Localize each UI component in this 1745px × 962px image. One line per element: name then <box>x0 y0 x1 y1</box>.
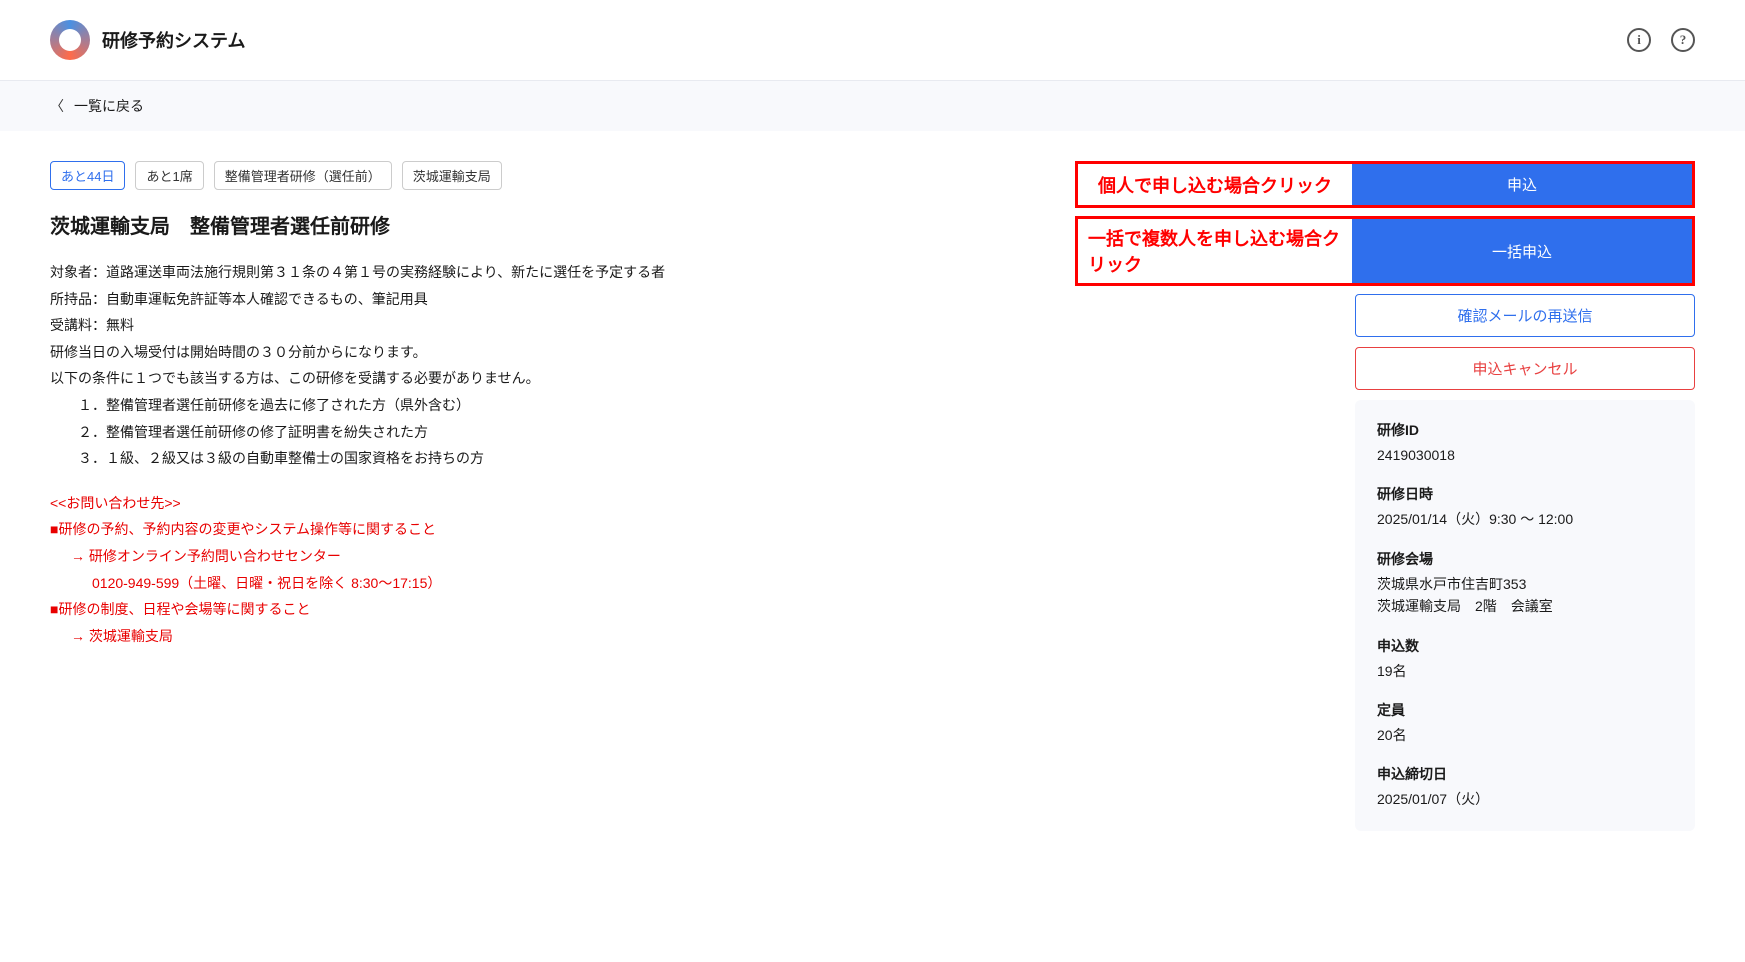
info-id: 研修ID 2419030018 <box>1377 420 1673 466</box>
contact-sec1-line2: 0120-949-599（土曜、日曜・祝日を除く 8:30〜17:15） <box>50 570 1035 597</box>
bulk-apply-annotation: 一括で複数人を申し込む場合クリック <box>1078 219 1352 283</box>
app-title: 研修予約システム <box>102 27 245 53</box>
info-deadline-label: 申込締切日 <box>1377 764 1673 784</box>
back-link[interactable]: 〈 一覧に戻る <box>0 81 1745 131</box>
info-applied-value: 19名 <box>1377 660 1673 682</box>
badge-row: あと44日 あと1席 整備管理者研修（選任前） 茨城運輸支局 <box>50 161 1035 190</box>
desc-cond-3: ３．１級、２級又は３級の自動車整備士の国家資格をお持ちの方 <box>50 445 1035 472</box>
info-datetime-label: 研修日時 <box>1377 484 1673 504</box>
bulk-apply-row: 一括で複数人を申し込む場合クリック 一括申込 <box>1075 216 1695 286</box>
page-title: 茨城運輸支局 整備管理者選任前研修 <box>50 210 1035 239</box>
bulk-apply-button[interactable]: 一括申込 <box>1352 219 1692 283</box>
description: 対象者：道路運送車両法施行規則第３１条の４第１号の実務経験により、新たに選任を予… <box>50 259 1035 472</box>
apply-annotation: 個人で申し込む場合クリック <box>1078 164 1352 205</box>
contact-block: <<お問い合わせ先>> ■研修の予約、予約内容の変更やシステム操作等に関すること… <box>50 490 1035 650</box>
contact-header: <<お問い合わせ先>> <box>50 490 1035 517</box>
detail-column: あと44日 あと1席 整備管理者研修（選任前） 茨城運輸支局 茨城運輸支局 整備… <box>50 161 1035 831</box>
info-deadline: 申込締切日 2025/01/07（火） <box>1377 764 1673 810</box>
info-icon[interactable]: i <box>1627 28 1651 52</box>
resend-confirmation-button[interactable]: 確認メールの再送信 <box>1355 294 1695 337</box>
branch-badge: 茨城運輸支局 <box>402 161 502 190</box>
apply-button[interactable]: 申込 <box>1352 164 1692 205</box>
info-applied-label: 申込数 <box>1377 636 1673 656</box>
info-deadline-value: 2025/01/07（火） <box>1377 788 1673 810</box>
info-id-value: 2419030018 <box>1377 444 1673 466</box>
info-capacity-value: 20名 <box>1377 724 1673 746</box>
desc-fee: 受講料：無料 <box>50 312 1035 339</box>
apply-row: 個人で申し込む場合クリック 申込 <box>1075 161 1695 208</box>
main-content: あと44日 あと1席 整備管理者研修（選任前） 茨城運輸支局 茨城運輸支局 整備… <box>0 131 1745 861</box>
contact-sec2-line1: → 茨城運輸支局 <box>50 623 1035 650</box>
app-logo-icon <box>50 20 90 60</box>
contact-sec2: ■研修の制度、日程や会場等に関すること <box>50 596 1035 623</box>
cancel-application-button[interactable]: 申込キャンセル <box>1355 347 1695 390</box>
info-capacity-label: 定員 <box>1377 700 1673 720</box>
category-badge: 整備管理者研修（選任前） <box>214 161 392 190</box>
seats-left-badge: あと1席 <box>135 161 203 190</box>
header-left: 研修予約システム <box>50 20 245 60</box>
desc-entry: 研修当日の入場受付は開始時間の３０分前からになります。 <box>50 339 1035 366</box>
desc-cond-1: １．整備管理者選任前研修を過去に修了された方（県外含む） <box>50 392 1035 419</box>
desc-cond-2: ２．整備管理者選任前研修の修了証明書を紛失された方 <box>50 419 1035 446</box>
app-header: 研修予約システム i ? <box>0 0 1745 81</box>
header-actions: i ? <box>1627 28 1695 52</box>
info-venue-label: 研修会場 <box>1377 549 1673 569</box>
info-datetime: 研修日時 2025/01/14（火）9:30 〜 12:00 <box>1377 484 1673 530</box>
help-icon[interactable]: ? <box>1671 28 1695 52</box>
info-venue: 研修会場 茨城県水戸市住吉町353 茨城運輸支局 2階 会議室 <box>1377 549 1673 618</box>
contact-sec1-line1: → 研修オンライン予約問い合わせセンター <box>50 543 1035 570</box>
chevron-left-icon: 〈 <box>50 96 64 116</box>
info-datetime-value: 2025/01/14（火）9:30 〜 12:00 <box>1377 508 1673 530</box>
contact-sec1: ■研修の予約、予約内容の変更やシステム操作等に関すること <box>50 516 1035 543</box>
desc-cond-header: 以下の条件に１つでも該当する方は、この研修を受講する必要がありません。 <box>50 365 1035 392</box>
days-left-badge: あと44日 <box>50 161 125 190</box>
info-venue-addr: 茨城県水戸市住吉町353 <box>1377 573 1673 595</box>
back-label: 一覧に戻る <box>74 96 144 116</box>
action-column: 個人で申し込む場合クリック 申込 一括で複数人を申し込む場合クリック 一括申込 … <box>1075 161 1695 831</box>
info-venue-name: 茨城運輸支局 2階 会議室 <box>1377 595 1673 617</box>
desc-belongings: 所持品：自動車運転免許証等本人確認できるもの、筆記用具 <box>50 286 1035 313</box>
info-capacity: 定員 20名 <box>1377 700 1673 746</box>
info-applied: 申込数 19名 <box>1377 636 1673 682</box>
info-id-label: 研修ID <box>1377 420 1673 440</box>
desc-target: 対象者：道路運送車両法施行規則第３１条の４第１号の実務経験により、新たに選任を予… <box>50 259 1035 286</box>
info-panel: 研修ID 2419030018 研修日時 2025/01/14（火）9:30 〜… <box>1355 400 1695 831</box>
